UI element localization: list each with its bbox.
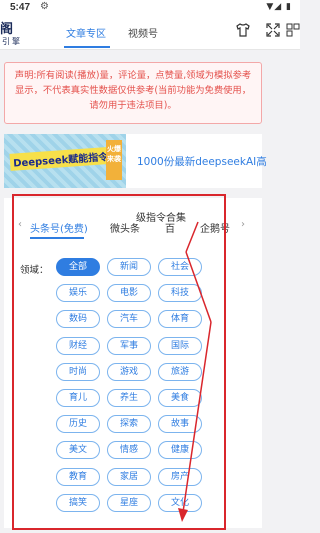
domain-chip[interactable]: 社会 <box>158 258 202 276</box>
domain-chip[interactable]: 美文 <box>56 441 100 460</box>
domain-chip[interactable]: 教育 <box>56 467 100 486</box>
domain-chip[interactable]: 故事 <box>158 415 202 434</box>
domain-chip[interactable]: 娱乐 <box>56 284 100 303</box>
domain-chip[interactable]: 时尚 <box>56 362 100 381</box>
promo-banner[interactable]: Deepseek赋能指令集 火爆来袭 1000份最新deepseekAI高 <box>4 134 267 188</box>
promo-banner-image[interactable]: Deepseek赋能指令集 火爆来袭 <box>4 134 126 188</box>
domain-chip[interactable]: 养生 <box>107 389 151 407</box>
fullscreen-icon[interactable] <box>264 22 282 40</box>
domain-chip[interactable]: 育儿 <box>56 389 100 407</box>
promo-banner-link[interactable]: 1000份最新deepseekAI高 <box>137 154 267 169</box>
domain-chip[interactable]: 文化 <box>158 493 202 512</box>
domain-label: 领域： <box>20 265 49 276</box>
disclaimer-notice: 声明:所有阅读(播放)量，评论量，点赞量,领域为模拟参考显示，不代表真实性数据仅… <box>4 62 262 124</box>
domain-chip[interactable]: 房产 <box>158 467 202 486</box>
domain-chip[interactable]: 体育 <box>158 310 202 329</box>
domain-chip[interactable]: 财经 <box>56 336 100 355</box>
grid-icon[interactable] <box>286 22 300 40</box>
banner-overflow-text: 级指令合集 <box>136 213 186 224</box>
domain-chip[interactable]: 电影 <box>107 284 151 303</box>
platform-tab-weitoutiao[interactable]: 微头条 <box>110 220 140 235</box>
domain-chip[interactable]: 新闻 <box>107 258 151 276</box>
domain-chip[interactable]: 历史 <box>56 415 100 434</box>
domain-chip[interactable]: 探索 <box>107 415 151 434</box>
notice-side-strip <box>274 62 284 124</box>
domain-chip[interactable]: 汽车 <box>107 310 151 329</box>
tab-video[interactable]: 视频号 <box>128 25 158 40</box>
status-time: 5:47 <box>10 2 31 13</box>
platform-tab-toutiao[interactable]: 头条号(免费) <box>30 220 88 235</box>
app-logo: 阁 引擎 <box>0 22 22 46</box>
domain-chip[interactable]: 军事 <box>107 336 151 355</box>
domain-chip[interactable]: 家居 <box>107 467 151 486</box>
chevron-right-icon[interactable]: › <box>241 219 245 230</box>
domain-chip[interactable]: 美食 <box>158 389 202 407</box>
platform-tab-indicator <box>30 237 84 239</box>
platform-tab-qiehao[interactable]: 企鹅号 <box>200 220 230 235</box>
domain-chip[interactable]: 科技 <box>158 284 202 303</box>
shirt-icon[interactable] <box>234 22 252 40</box>
domain-chip[interactable]: 搞笑 <box>56 493 100 512</box>
status-bar: 5:47 ⚙ ▼◢ ▮ <box>0 0 300 16</box>
domain-chip[interactable]: 健康 <box>158 441 202 460</box>
platform-tab-baijia[interactable]: 百 <box>165 220 175 235</box>
domain-chip[interactable]: 国际 <box>158 336 202 355</box>
chevron-left-icon[interactable]: ‹ <box>18 219 22 230</box>
domain-chip[interactable]: 情感 <box>107 441 151 460</box>
signal-icon: ▼◢ ▮ <box>266 2 292 12</box>
domain-chip[interactable]: 游戏 <box>107 362 151 381</box>
gear-icon: ⚙ <box>40 1 49 12</box>
domain-chip[interactable]: 全部 <box>56 258 100 276</box>
domain-chip[interactable]: 数码 <box>56 310 100 329</box>
domain-chip[interactable]: 旅游 <box>158 362 202 381</box>
app-header: 阁 引擎 文章专区 视频号 <box>0 16 300 50</box>
domain-chip[interactable]: 星座 <box>107 493 151 512</box>
tab-active-indicator <box>64 46 110 48</box>
tab-article[interactable]: 文章专区 <box>66 25 106 40</box>
